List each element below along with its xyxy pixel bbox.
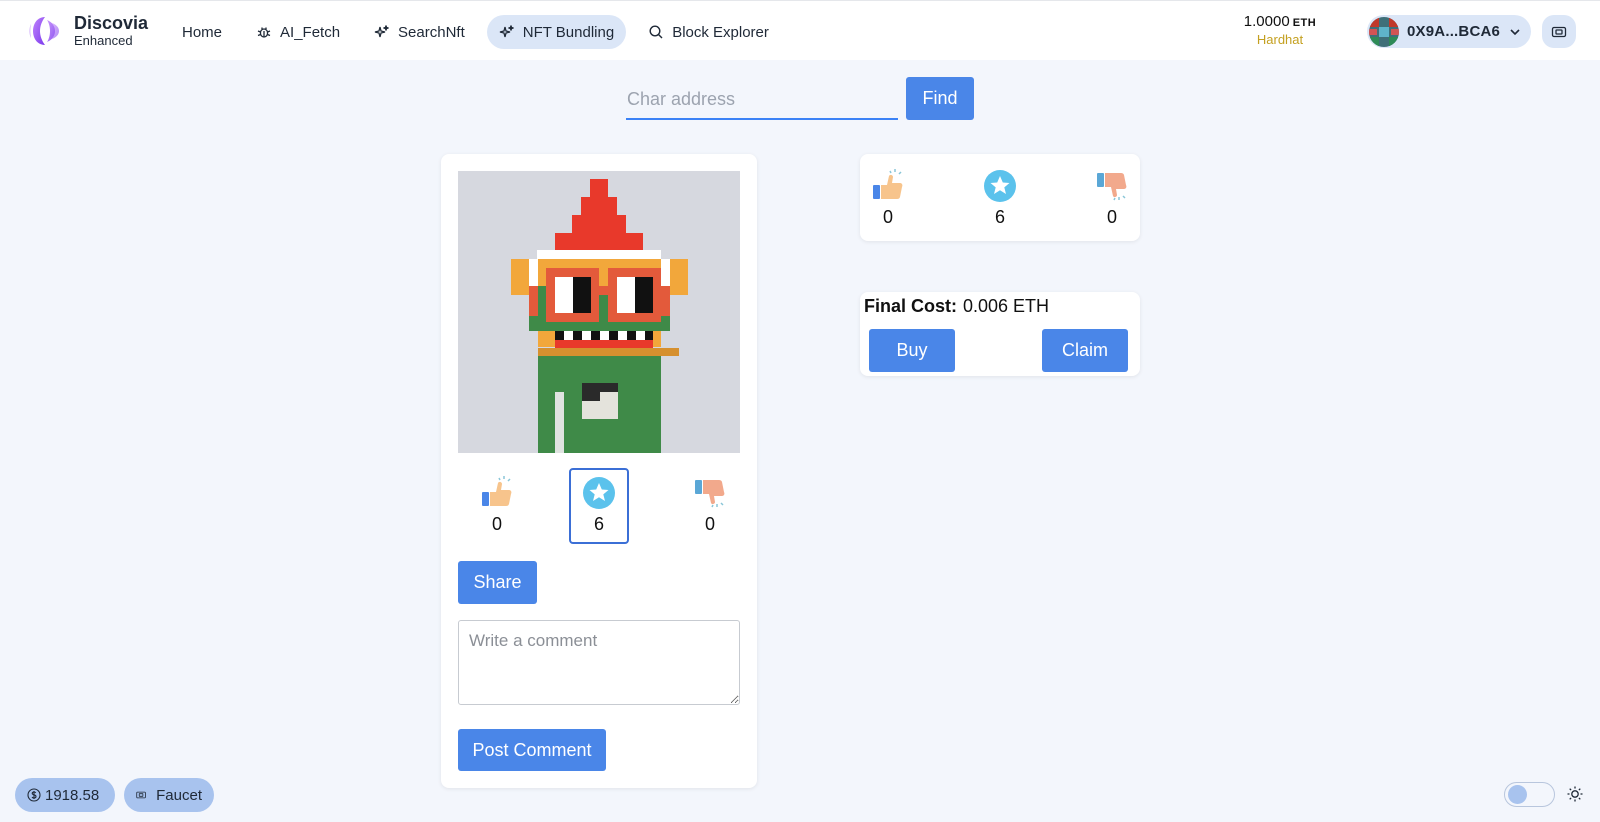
nft-image [458, 171, 740, 453]
thumbs-up-icon [873, 169, 903, 199]
star-icon [984, 170, 1016, 202]
search-icon [649, 25, 663, 39]
nav-ai-fetch-label: AI_Fetch [280, 23, 341, 41]
eth-price-badge[interactable]: 1918.58 [15, 778, 115, 812]
account-dropdown-button[interactable]: 0X9A...BCA6 [1367, 15, 1531, 48]
reaction-row: 0 6 0 [441, 468, 757, 548]
chevron-down-icon [1510, 28, 1520, 35]
nav-block-explorer[interactable]: Block Explorer [636, 15, 781, 49]
nav-nft-bundling[interactable]: NFT Bundling [486, 15, 627, 49]
wallet-button[interactable] [1542, 15, 1576, 48]
discovia-logo-icon [29, 17, 59, 45]
stars-stat-count: 6 [994, 207, 1005, 227]
nft-card: 0 6 0 Share Post Comment [441, 154, 757, 788]
eth-balance: 1.0000 ETH Hardhat [1240, 13, 1320, 47]
nav-ai-fetch[interactable]: AI_Fetch [244, 15, 352, 49]
dislike-count: 0 [704, 514, 715, 534]
share-button[interactable]: Share [458, 561, 537, 604]
dislikes-stat: 0 [1092, 169, 1132, 228]
nav-nft-bundling-label: NFT Bundling [522, 23, 615, 41]
avatar [1369, 16, 1399, 47]
faucet-button[interactable]: Faucet [124, 778, 214, 812]
likes-stat: 0 [868, 169, 908, 228]
banknote-icon [136, 791, 146, 799]
thumbs-down-icon [695, 480, 725, 508]
like-reaction[interactable]: 0 [467, 468, 527, 544]
eth-balance-unit: ETH [1292, 17, 1317, 29]
star-reaction[interactable]: 6 [569, 468, 629, 544]
cost-panel: Final Cost: 0.006 ETH Buy Claim [860, 292, 1140, 376]
claim-button[interactable]: Claim [1042, 329, 1128, 372]
nav-search-nft-label: SearchNft [398, 23, 465, 41]
sun-icon [1567, 786, 1583, 802]
likes-stat-count: 0 [882, 207, 893, 227]
dollar-circle-icon [27, 788, 41, 802]
star-count: 6 [593, 514, 604, 534]
dislike-reaction[interactable]: 0 [680, 468, 740, 544]
final-cost-value: 0.006 ETH [963, 296, 1050, 316]
thumbs-up-icon [482, 476, 512, 506]
star-icon [583, 477, 615, 509]
account-address: 0X9A...BCA6 [1407, 23, 1501, 40]
brand-subtitle: Enhanced [74, 33, 133, 48]
like-count: 0 [491, 514, 502, 534]
sparkles-icon [499, 25, 514, 38]
nav-home-label: Home [182, 23, 223, 41]
bug-icon [257, 27, 271, 38]
final-cost: Final Cost: 0.006 ETH [864, 296, 1049, 317]
top-navbar: Discovia Enhanced Home AI_Fetch SearchNf… [0, 0, 1600, 60]
char-address-input[interactable] [626, 80, 898, 120]
dislikes-stat-count: 0 [1106, 207, 1117, 227]
nav-block-explorer-label: Block Explorer [672, 23, 769, 41]
network-name: Hardhat [1256, 32, 1304, 47]
nav-search-nft[interactable]: SearchNft [362, 15, 477, 49]
theme-toggle[interactable] [1504, 782, 1555, 807]
eth-price-value: 1918.58 [45, 786, 100, 804]
post-comment-button[interactable]: Post Comment [458, 729, 606, 771]
comment-textarea[interactable] [458, 620, 740, 705]
stats-panel: 0 6 0 [860, 154, 1140, 241]
sparkles-icon [374, 25, 389, 38]
theme-toggle-knob [1508, 785, 1527, 804]
find-button[interactable]: Find [906, 77, 974, 120]
buy-button[interactable]: Buy [869, 329, 955, 372]
faucet-label: Faucet [156, 786, 202, 804]
final-cost-label: Final Cost: [864, 296, 957, 316]
thumbs-down-icon [1097, 173, 1127, 201]
main-nav: Home AI_Fetch SearchNft NFT Bundling Blo… [170, 15, 791, 49]
brand[interactable]: Discovia Enhanced [28, 13, 148, 49]
eth-balance-amount: 1.0000 [1243, 13, 1290, 30]
stars-stat: 6 [980, 169, 1020, 228]
nav-home[interactable]: Home [170, 15, 234, 49]
brand-name: Discovia [74, 13, 149, 33]
wallet-icon [1551, 26, 1567, 37]
